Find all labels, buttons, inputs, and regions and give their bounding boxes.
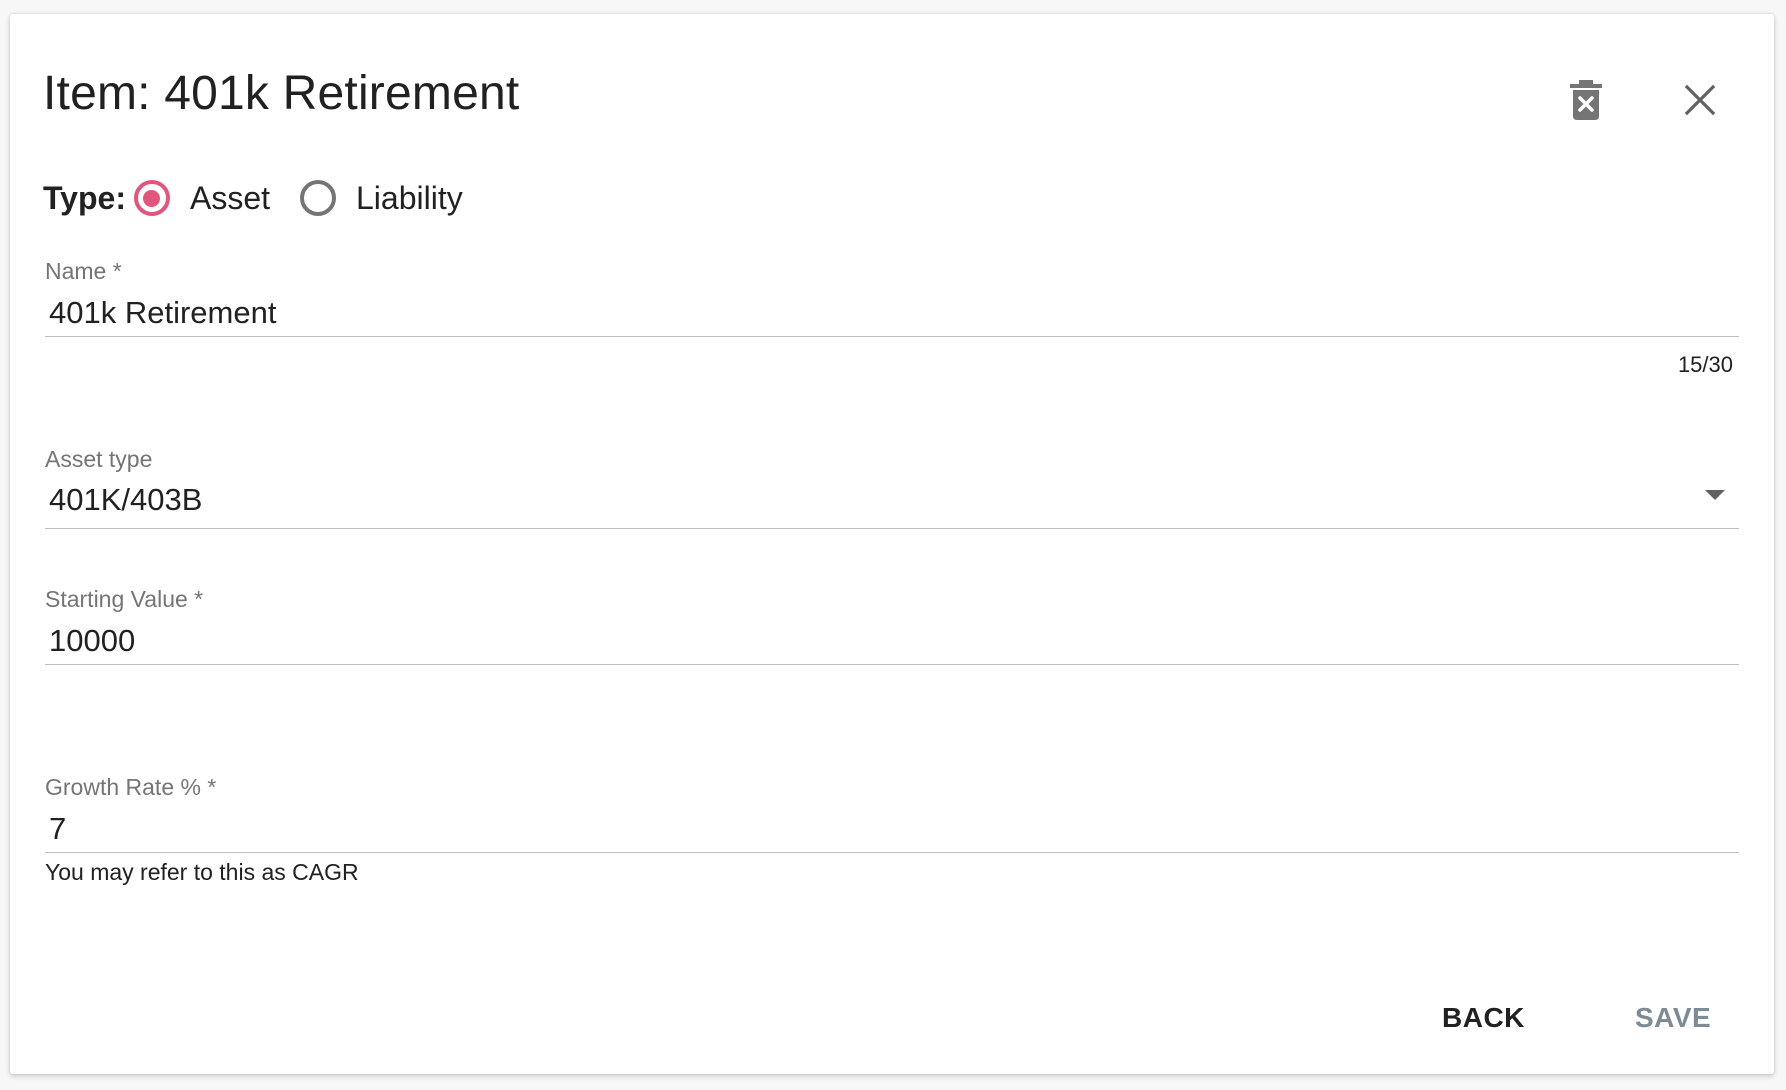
delete-button[interactable] [1554, 68, 1618, 132]
edit-item-dialog: Item: 401k Retirement Type: Asset Liabil… [10, 14, 1774, 1074]
growth-rate-field: Growth Rate % * You may refer to this as… [45, 772, 1739, 886]
growth-rate-underline [45, 852, 1739, 853]
radio-liability[interactable]: Liability [300, 180, 463, 217]
save-button[interactable]: SAVE [1635, 1002, 1711, 1048]
name-label: Name * [45, 258, 122, 284]
starting-value-underline [45, 664, 1739, 665]
growth-rate-helper-text: You may refer to this as CAGR [45, 859, 359, 885]
starting-value-input[interactable] [45, 614, 1739, 664]
radio-asset-label: Asset [189, 179, 270, 216]
asset-type-value[interactable]: 401K/403B [45, 474, 1739, 528]
radio-checked-icon [133, 180, 170, 216]
back-button[interactable]: BACK [1442, 1002, 1525, 1048]
asset-type-label: Asset type [45, 446, 153, 472]
name-input[interactable] [45, 286, 1739, 336]
radio-asset[interactable]: Asset [133, 179, 270, 217]
close-button[interactable] [1668, 68, 1732, 132]
name-underline [45, 336, 1739, 337]
growth-rate-input[interactable] [45, 802, 1739, 852]
asset-type-underline [45, 528, 1739, 529]
name-char-counter: 15/30 [1677, 352, 1733, 377]
type-radio-group: Type: Asset Liability [43, 170, 493, 226]
delete-forever-icon [1570, 80, 1602, 120]
asset-type-select[interactable]: Asset type 401K/403B [45, 444, 1739, 529]
dialog-title: Item: 401k Retirement [43, 67, 520, 120]
growth-rate-label: Growth Rate % * [45, 774, 217, 800]
radio-unchecked-icon [300, 180, 336, 216]
type-label: Type: [43, 179, 126, 216]
starting-value-label: Starting Value * [45, 586, 204, 612]
close-icon [1685, 85, 1715, 115]
dropdown-arrow-icon[interactable] [1705, 490, 1725, 500]
radio-liability-label: Liability [356, 179, 463, 216]
name-field: Name * 15/30 [45, 256, 1739, 386]
starting-value-field: Starting Value * [45, 584, 1739, 665]
